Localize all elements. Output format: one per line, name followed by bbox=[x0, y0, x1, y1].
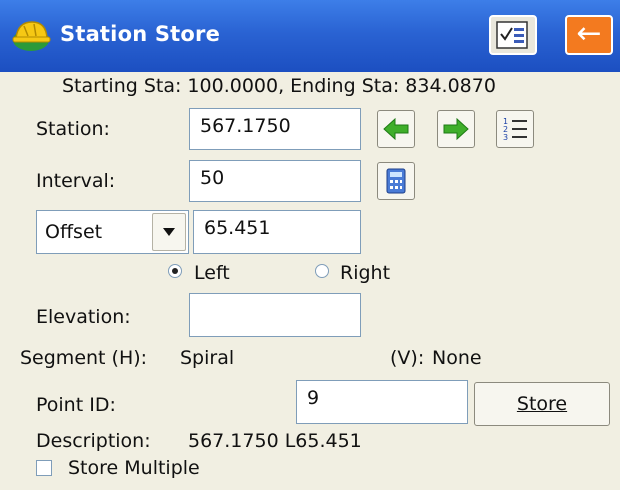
description-label: Description: bbox=[36, 430, 151, 452]
offset-type-value: Offset bbox=[45, 221, 103, 243]
segment-v-value: None bbox=[432, 347, 482, 369]
interval-calculator-button[interactable] bbox=[377, 162, 415, 200]
station-input[interactable]: 567.1750 bbox=[189, 108, 361, 150]
left-arrow-icon bbox=[383, 117, 409, 141]
segment-h-label: Segment (H): bbox=[20, 347, 148, 369]
right-arrow-icon bbox=[443, 117, 469, 141]
title-bar: Station Store ← bbox=[0, 0, 620, 72]
station-range-text: Starting Sta: 100.0000, Ending Sta: 834.… bbox=[62, 75, 496, 97]
hard-hat-icon bbox=[10, 16, 52, 56]
window-title: Station Store bbox=[60, 22, 221, 46]
point-id-label: Point ID: bbox=[36, 394, 116, 416]
point-id-input[interactable]: 9 bbox=[296, 380, 468, 424]
left-radio[interactable] bbox=[168, 264, 182, 278]
next-station-button[interactable] bbox=[437, 110, 475, 148]
right-radio-label: Right bbox=[340, 262, 391, 284]
station-list-button[interactable]: 1 2 3 bbox=[496, 110, 534, 148]
calculator-checklist-icon bbox=[491, 21, 535, 58]
description-value: 567.1750 L65.451 bbox=[188, 430, 362, 452]
segment-v-label: (V): bbox=[390, 347, 425, 369]
interval-label: Interval: bbox=[36, 170, 116, 192]
prev-station-button[interactable] bbox=[377, 110, 415, 148]
calculator-icon bbox=[386, 168, 406, 194]
chevron-down-icon bbox=[152, 213, 186, 251]
numbered-list-icon: 1 2 3 bbox=[503, 117, 527, 142]
store-button[interactable]: Store bbox=[474, 382, 610, 426]
left-radio-label: Left bbox=[194, 262, 230, 284]
elevation-input[interactable] bbox=[189, 293, 361, 337]
calculator-button[interactable] bbox=[489, 15, 537, 55]
offset-input[interactable]: 65.451 bbox=[193, 210, 361, 254]
back-arrow-icon: ← bbox=[576, 16, 602, 51]
right-radio[interactable] bbox=[315, 264, 329, 278]
store-multiple-label: Store Multiple bbox=[68, 457, 200, 479]
back-button[interactable]: ← bbox=[565, 15, 613, 55]
elevation-label: Elevation: bbox=[36, 306, 131, 328]
svg-text:3: 3 bbox=[503, 133, 508, 142]
store-multiple-checkbox[interactable] bbox=[36, 460, 52, 476]
offset-type-select[interactable]: Offset bbox=[36, 210, 189, 254]
store-button-label: Store bbox=[516, 393, 568, 415]
interval-input[interactable]: 50 bbox=[189, 160, 361, 202]
station-label: Station: bbox=[36, 118, 110, 140]
segment-h-value: Spiral bbox=[180, 347, 235, 369]
